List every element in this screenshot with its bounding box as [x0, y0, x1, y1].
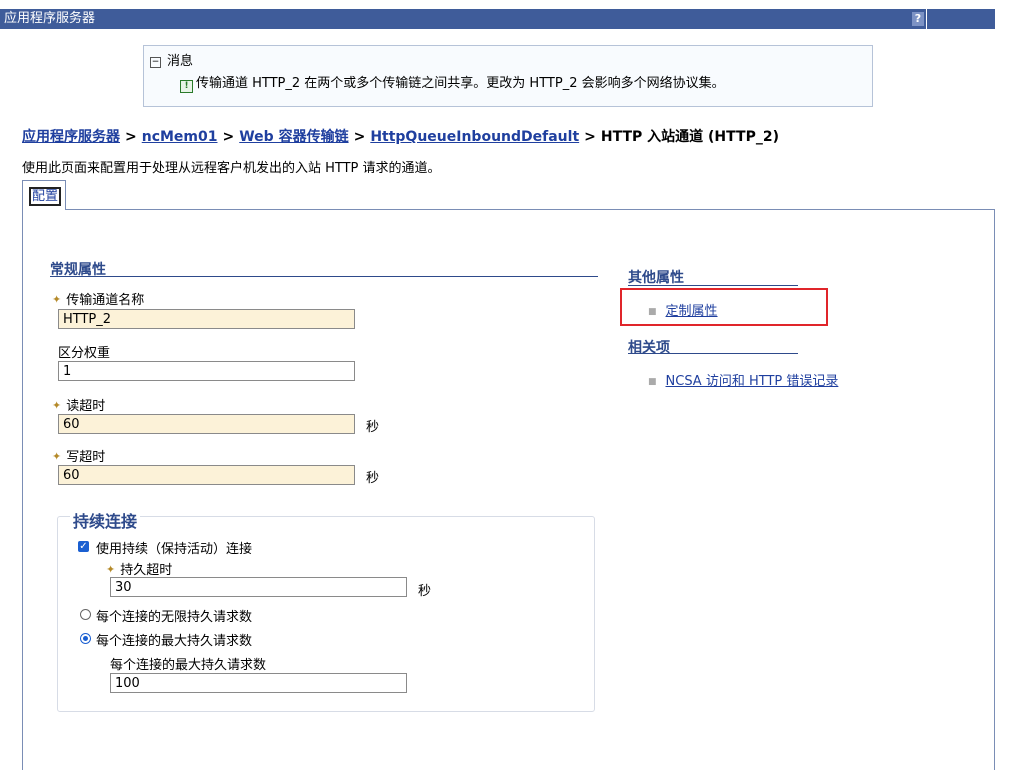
info-icon: !	[180, 80, 193, 93]
window-title: 应用程序服务器	[4, 11, 96, 26]
persistent-timeout-unit: 秒	[418, 584, 432, 599]
title-bar: 应用程序服务器 ?	[0, 9, 995, 29]
highlight-box	[620, 288, 828, 326]
breadcrumb-separator: >	[222, 129, 235, 145]
tab-configuration[interactable]: 配置	[22, 180, 66, 210]
required-icon: ✦	[106, 563, 116, 576]
read-timeout-unit: 秒	[366, 420, 380, 435]
message-box: − 消息 ! 传输通道 HTTP_2 在两个或多个传输链之间共享。更改为 HTTP_…	[143, 45, 873, 107]
breadcrumb-separator: >	[584, 129, 596, 145]
use-persistent-checkbox[interactable]: ✓	[78, 541, 89, 552]
weight-label: 区分权重	[58, 346, 111, 361]
message-heading: 消息	[167, 54, 194, 69]
other-properties-heading: 其他属性	[628, 270, 684, 286]
message-text: 传输通道 HTTP_2 在两个或多个传输链之间共享。更改为 HTTP_2 会影响…	[196, 76, 725, 91]
channel-name-label: ✦ 传输通道名称	[52, 293, 145, 308]
breadcrumb-separator: >	[125, 129, 137, 145]
tab-configuration-label: 配置	[29, 187, 62, 206]
page-description: 使用此页面来配置用于处理从远程客户机发出的入站 HTTP 请求的通道。	[22, 161, 441, 176]
bullet-icon: ■	[648, 377, 657, 387]
general-properties-rule	[50, 276, 598, 277]
read-timeout-label: ✦ 读超时	[52, 399, 106, 414]
title-bar-divider	[926, 9, 927, 29]
unlimited-requests-label[interactable]: 每个连接的无限持久请求数	[96, 606, 252, 625]
collapse-icon[interactable]: −	[150, 57, 161, 68]
unlimited-requests-radio[interactable]	[80, 609, 91, 620]
write-timeout-unit: 秒	[366, 471, 380, 486]
read-timeout-field[interactable]: 60	[58, 414, 355, 434]
message-body: ! 传输通道 HTTP_2 在两个或多个传输链之间共享。更改为 HTTP_2 会影…	[180, 72, 725, 93]
max-requests-field[interactable]: 100	[110, 673, 407, 693]
related-items-heading: 相关项	[628, 340, 670, 356]
related-items-rule	[628, 353, 798, 354]
write-timeout-field[interactable]: 60	[58, 465, 355, 485]
persistent-timeout-field[interactable]: 30	[110, 577, 407, 597]
use-persistent-label[interactable]: 使用持续（保持活动）连接	[96, 538, 252, 557]
breadcrumb-current: HTTP 入站通道 (HTTP_2)	[600, 129, 779, 145]
maximum-requests-label[interactable]: 每个连接的最大持久请求数	[96, 630, 252, 649]
persistent-connections-heading: 持续连接	[70, 508, 141, 532]
ncsa-logging-link[interactable]: NCSA 访问和 HTTP 错误记录	[666, 374, 839, 389]
breadcrumb: 应用程序服务器 > ncMem01 > Web 容器传输链 > HttpQueueInbou…	[22, 126, 779, 146]
breadcrumb-link-server[interactable]: ncMem01	[142, 129, 218, 145]
breadcrumb-link-queue-inbound[interactable]: HttpQueueInboundDefault	[370, 129, 579, 145]
write-timeout-label: ✦ 写超时	[52, 450, 106, 465]
breadcrumb-link-app-servers[interactable]: 应用程序服务器	[22, 129, 120, 145]
channel-name-field[interactable]: HTTP_2	[58, 309, 355, 329]
required-icon: ✦	[52, 399, 62, 412]
help-icon[interactable]: ?	[912, 12, 924, 26]
persistent-timeout-label: ✦ 持久超时	[106, 563, 173, 578]
maximum-requests-radio[interactable]	[80, 633, 91, 644]
required-icon: ✦	[52, 450, 62, 463]
required-icon: ✦	[52, 293, 62, 306]
breadcrumb-separator: >	[353, 129, 366, 145]
other-properties-rule	[628, 285, 798, 286]
ncsa-logging-item: ■ NCSA 访问和 HTTP 错误记录	[648, 370, 838, 389]
breadcrumb-link-web-container-chain[interactable]: Web 容器传输链	[239, 129, 348, 145]
max-requests-label: 每个连接的最大持久请求数	[110, 658, 267, 673]
weight-field[interactable]: 1	[58, 361, 355, 381]
message-header[interactable]: − 消息	[150, 50, 193, 69]
